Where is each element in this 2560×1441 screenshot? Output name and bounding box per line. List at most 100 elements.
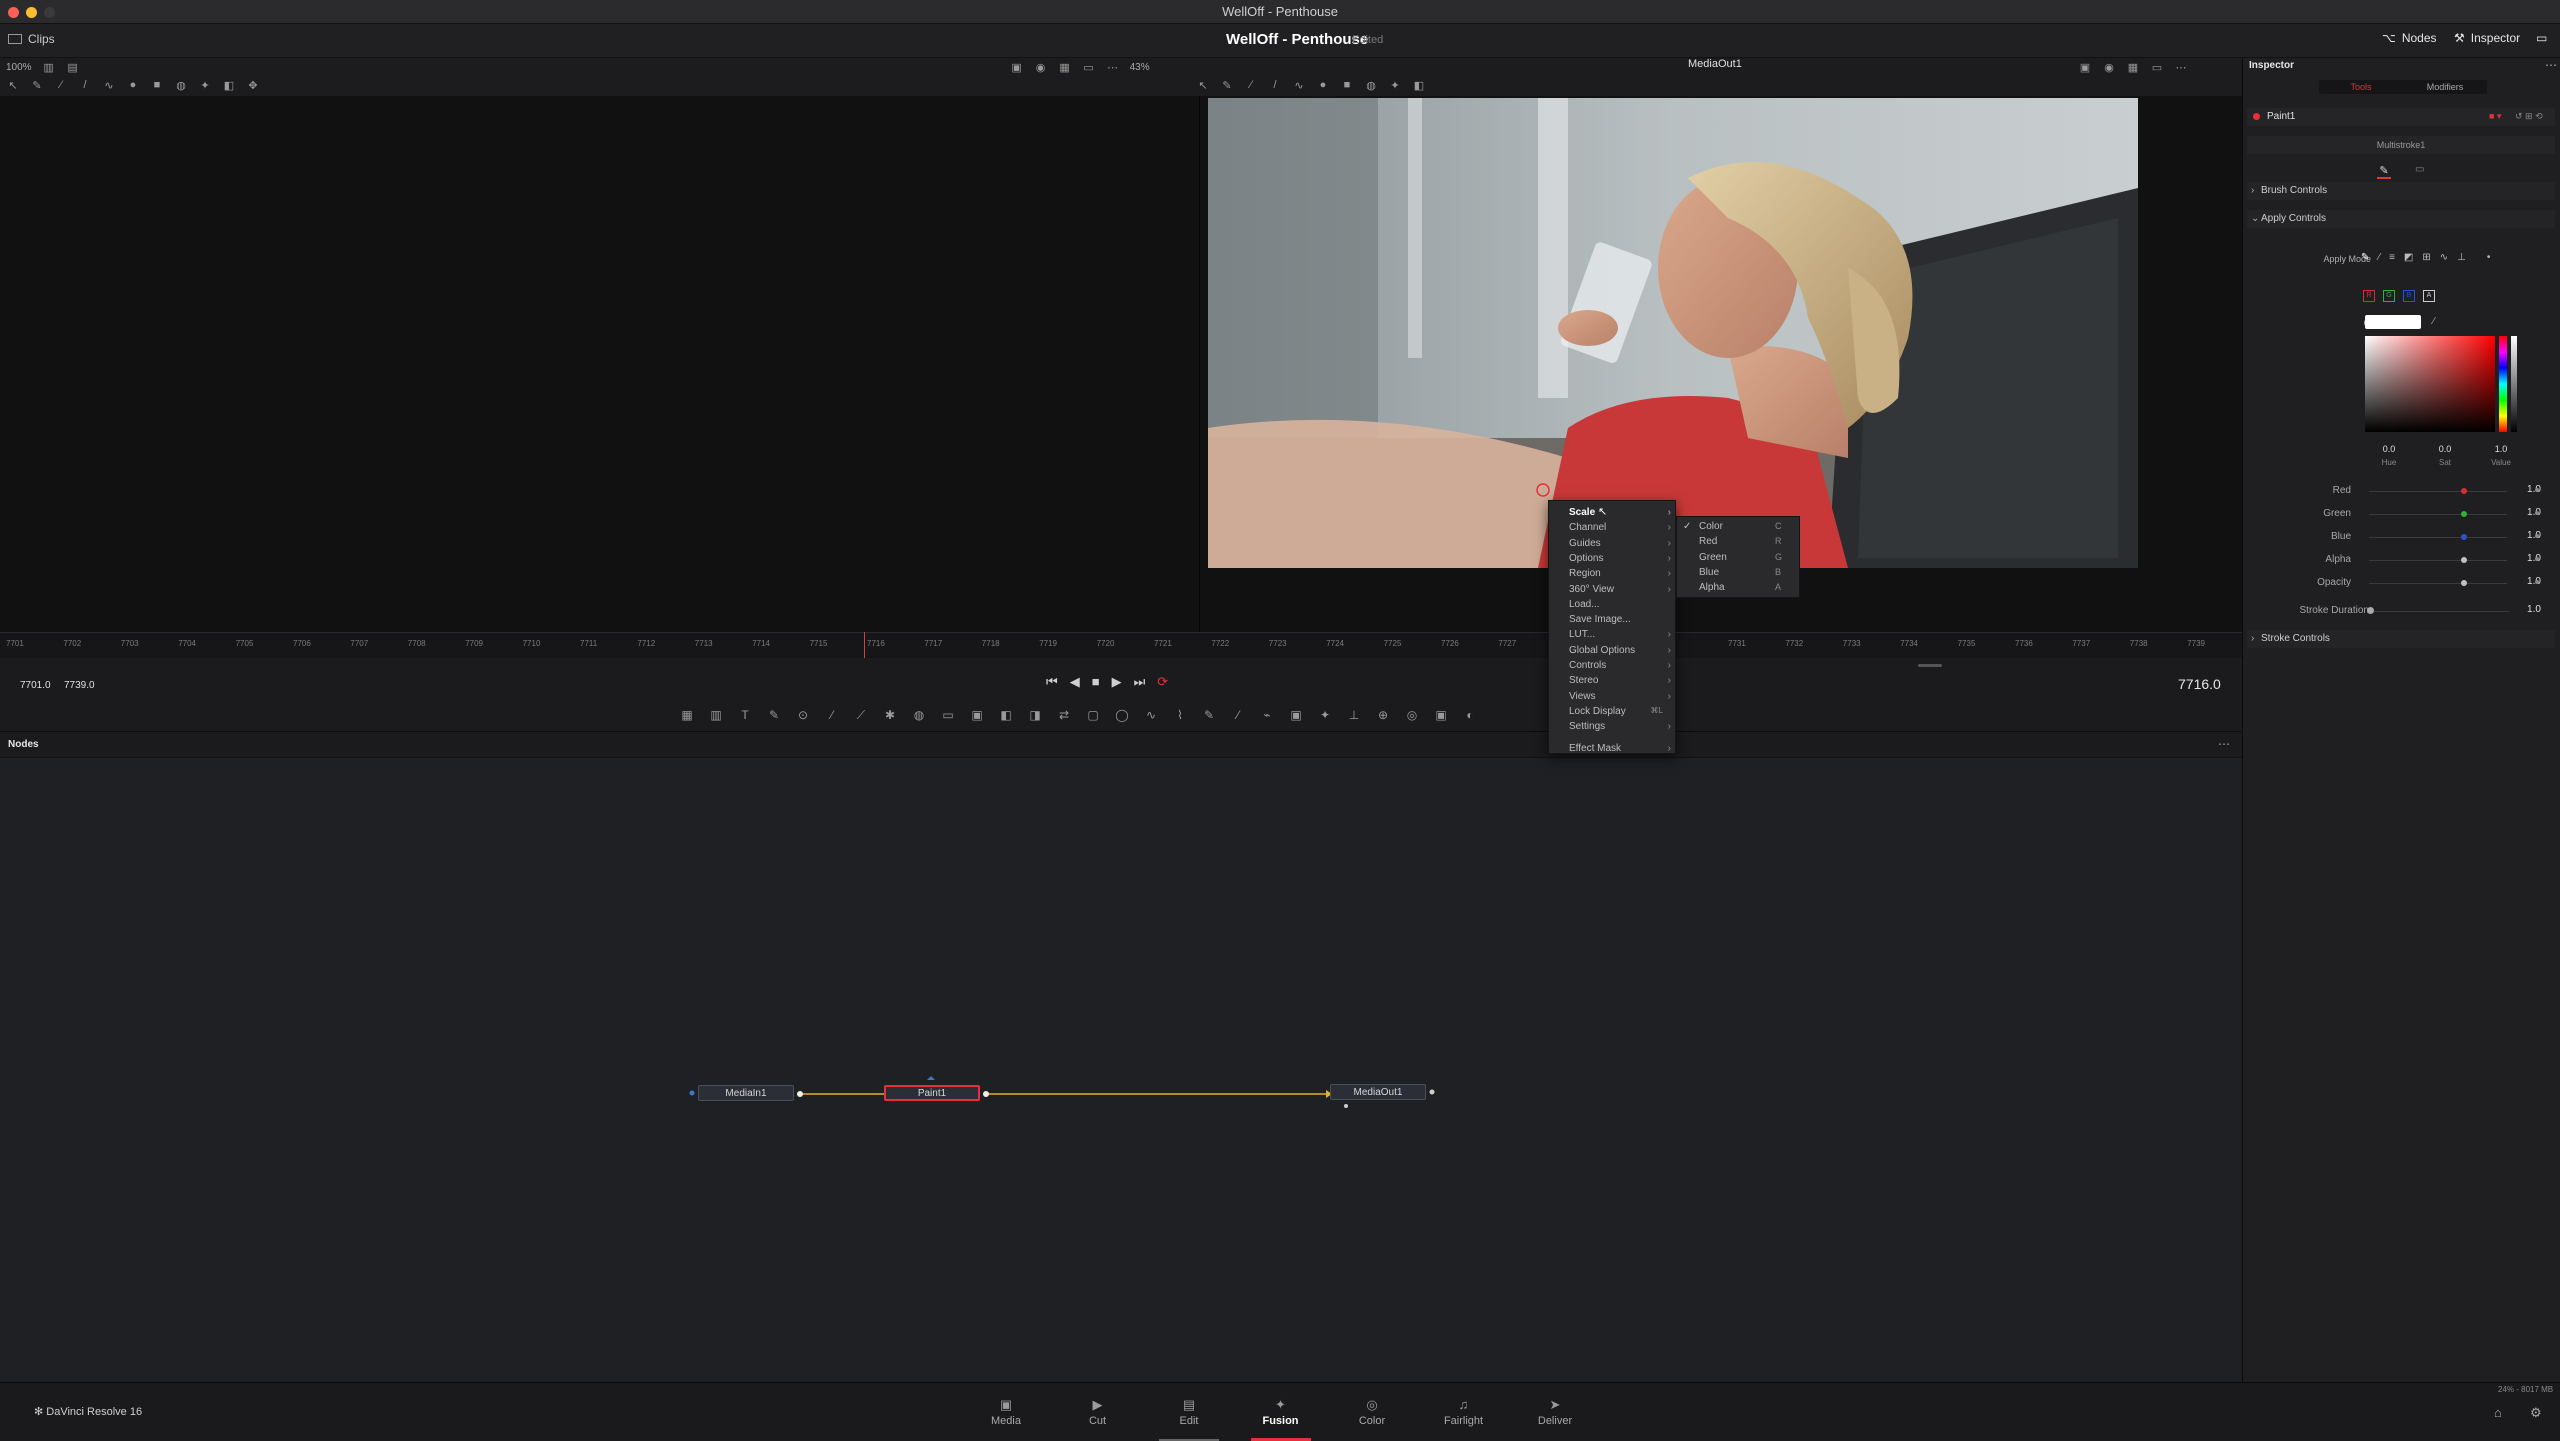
particles-tool-icon[interactable]: ✱: [883, 708, 897, 722]
color-corrector-tool-icon[interactable]: ⊙: [796, 708, 810, 722]
camera-tool-icon[interactable]: ▣: [1434, 708, 1448, 722]
menu-item-load-[interactable]: Load...: [1549, 599, 1677, 614]
tool-actions-icon[interactable]: ↺ ⊞ ⟲: [2515, 111, 2543, 122]
color-channel-icon[interactable]: ◉: [2102, 60, 2116, 74]
color-swatch[interactable]: [2365, 315, 2421, 329]
fill-tool-icon[interactable]: ◍: [912, 708, 926, 722]
tool-color-icon[interactable]: ■ ▾: [2489, 111, 2501, 122]
merge-mode-icon[interactable]: ⊞: [2422, 252, 2430, 263]
channel-item-green[interactable]: Green G: [1677, 552, 1801, 567]
menu-item-scale[interactable]: Scale ›: [1549, 507, 1677, 522]
keyframe-dot-icon[interactable]: [2535, 511, 2539, 515]
menu-item-controls[interactable]: Controls ›: [1549, 660, 1677, 675]
fill-tool-icon[interactable]: ◍: [174, 78, 188, 92]
stroke-duration-track[interactable]: [2371, 611, 2509, 612]
stamp-mode-icon[interactable]: ⊥: [2457, 252, 2466, 263]
rectangle-tool-icon[interactable]: ■: [1340, 78, 1354, 92]
range-start-frame[interactable]: 7701.0: [20, 680, 51, 691]
polygon-mask-tool-icon[interactable]: ∿: [1144, 708, 1158, 722]
go-to-start-icon[interactable]: ⏮: [1046, 674, 1058, 690]
channel-item-color[interactable]: ✓ Color C: [1677, 521, 1801, 536]
range-end-frame[interactable]: 7739.0: [64, 680, 95, 691]
hue-slider[interactable]: [2499, 336, 2507, 432]
light-tool-icon[interactable]: ✦: [1318, 708, 1332, 722]
menu-item-lut-[interactable]: LUT... ›: [1549, 629, 1677, 644]
view-options-icon[interactable]: ▤: [66, 60, 80, 74]
emitter-tool-icon[interactable]: ⌁: [1260, 708, 1274, 722]
fill-tool-icon[interactable]: ◍: [1364, 78, 1378, 92]
stroke-tool-icon[interactable]: /: [1268, 78, 1282, 92]
page-tab-edit[interactable]: ▤ Edit: [1159, 1397, 1219, 1441]
left-zoom-select[interactable]: 100%: [6, 62, 32, 73]
node-mediain1[interactable]: MediaIn1: [698, 1085, 794, 1101]
tool-header[interactable]: Paint1 ■ ▾ ↺ ⊞ ⟲: [2247, 108, 2555, 126]
circle-tool-icon[interactable]: ●: [126, 78, 140, 92]
page-tab-deliver[interactable]: ➤ Deliver: [1525, 1397, 1585, 1437]
value-value[interactable]: 1.0: [2479, 444, 2523, 454]
keyframe-dot-icon[interactable]: [2535, 557, 2539, 561]
page-tab-color[interactable]: ◎ Color: [1342, 1397, 1402, 1437]
color-picker-field[interactable]: [2365, 336, 2495, 432]
channel-red-toggle[interactable]: R: [2363, 290, 2375, 302]
apply-controls-section[interactable]: ⌄ Apply Controls: [2247, 210, 2555, 228]
wire-mode-icon[interactable]: •: [2487, 252, 2491, 263]
viewer-frame-image[interactable]: [1208, 98, 2138, 568]
channel-item-blue[interactable]: Blue B: [1677, 567, 1801, 582]
timeline-ruler[interactable]: 7701 7702 7703 7704 7705 7706 7707 7708 7709 7710…: [0, 632, 2242, 658]
hue-value[interactable]: 0.0: [2367, 444, 2411, 454]
channel-item-red[interactable]: Red R: [1677, 536, 1801, 551]
loop-icon[interactable]: ⟳: [1157, 674, 1168, 690]
settings-gear-icon[interactable]: ⚙: [2530, 1405, 2542, 1421]
page-tab-media[interactable]: ▣ Media: [976, 1397, 1036, 1437]
merge-tool-icon[interactable]: ▭: [941, 708, 955, 722]
clips-button[interactable]: Clips: [8, 32, 55, 46]
channel-blue-toggle[interactable]: B: [2403, 290, 2415, 302]
merge3d-tool-icon[interactable]: ⊕: [1376, 708, 1390, 722]
menu-item-stereo[interactable]: Stereo ›: [1549, 675, 1677, 690]
node-paint1[interactable]: Paint1: [884, 1085, 980, 1101]
roi-icon[interactable]: ▣: [2078, 60, 2092, 74]
background-tool-icon[interactable]: ▦: [680, 708, 694, 722]
nodes-toggle-button[interactable]: ⌥ Nodes: [2382, 31, 2437, 45]
image-plane-tool-icon[interactable]: ▥: [709, 708, 723, 722]
slider-track[interactable]: [2369, 560, 2507, 561]
home-icon[interactable]: ⌂: [2494, 1405, 2502, 1420]
brush-tab-icon[interactable]: ✎: [2377, 164, 2391, 179]
slider-value[interactable]: 1.0: [2515, 507, 2553, 521]
channel-item-alpha[interactable]: Alpha A: [1677, 582, 1801, 597]
wand-tool-icon[interactable]: ✦: [1388, 78, 1402, 92]
renderer-tool-icon[interactable]: ▣: [1289, 708, 1303, 722]
keyframe-dot-icon[interactable]: [2535, 534, 2539, 538]
more-options-icon[interactable]: ⋯: [2174, 60, 2188, 74]
menu-item-global-options[interactable]: Global Options ›: [1549, 645, 1677, 660]
select-tool-icon[interactable]: ↖: [1196, 78, 1210, 92]
menu-item-guides[interactable]: Guides ›: [1549, 538, 1677, 553]
slider-value[interactable]: 1.0: [2515, 553, 2553, 567]
fog-tool-icon[interactable]: ◐: [1463, 708, 1477, 722]
lut-icon[interactable]: ▦: [2126, 60, 2140, 74]
node-mediaout1[interactable]: MediaOut1: [1330, 1084, 1426, 1100]
nodes-panel[interactable]: Nodes ⋯ MediaIn1 Paint1 MediaOut1: [0, 732, 2242, 1382]
emboss-mode-icon[interactable]: ≡: [2389, 252, 2395, 263]
split-icon[interactable]: ▭: [2150, 60, 2164, 74]
text-tool-icon[interactable]: T: [738, 708, 752, 722]
slider-value[interactable]: 1.0: [2515, 484, 2553, 498]
transform-tool-icon[interactable]: ⟋: [854, 708, 868, 722]
stroke-tool-icon[interactable]: /: [78, 78, 92, 92]
smear-mode-icon[interactable]: ∿: [2440, 252, 2448, 263]
tab-tools[interactable]: Tools: [2319, 80, 2403, 94]
layout-icon[interactable]: ▥: [42, 60, 56, 74]
switch-tool-icon[interactable]: ⇄: [1057, 708, 1071, 722]
left-viewer[interactable]: [0, 96, 1200, 632]
mask-tab-icon[interactable]: ▭: [2415, 164, 2424, 175]
fullscreen-icon[interactable]: ▭: [2536, 31, 2547, 45]
range-scrubber[interactable]: [1918, 664, 1942, 667]
roi-icon[interactable]: ▣: [1010, 60, 1024, 74]
slider-handle[interactable]: [2461, 488, 2467, 494]
circle-tool-icon[interactable]: ●: [1316, 78, 1330, 92]
channel-alpha-toggle[interactable]: A: [2423, 290, 2435, 302]
grab-tool-icon[interactable]: ✥: [246, 78, 260, 92]
slider-value[interactable]: 1.0: [2515, 530, 2553, 544]
color-mode-icon[interactable]: ✎: [2361, 252, 2369, 263]
tool-enabled-icon[interactable]: [2253, 113, 2260, 120]
